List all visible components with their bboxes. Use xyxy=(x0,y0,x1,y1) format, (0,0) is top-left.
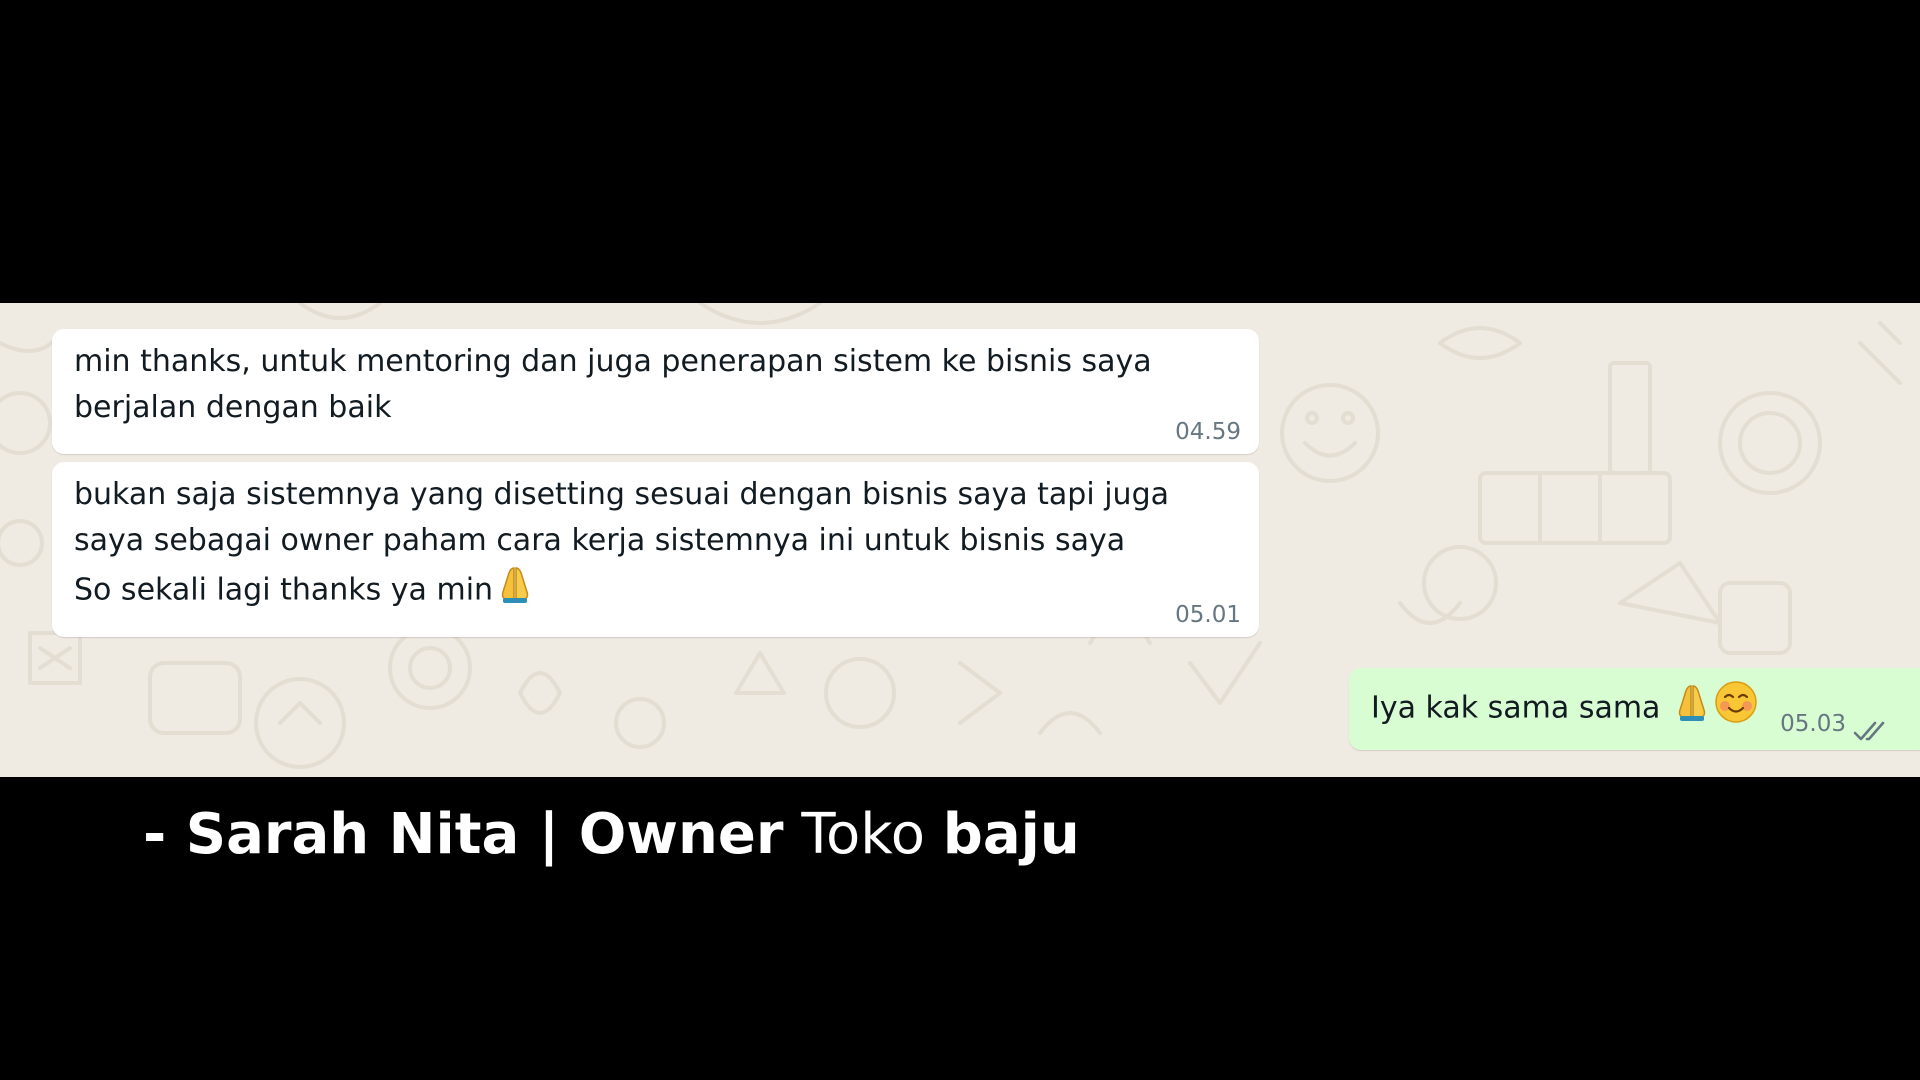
folded-hands-icon xyxy=(497,564,533,618)
folded-hands-icon xyxy=(1674,682,1710,736)
testimonial-caption: - Sarah Nita | Owner Toko baju xyxy=(143,800,1080,870)
message-text-line-wrapper: So sekali lagi thanks ya min xyxy=(74,564,1239,618)
caption-business-type: baju xyxy=(942,802,1080,867)
message-timestamp: 04.59 xyxy=(1175,419,1241,445)
message-text-line: berjalan dengan baik xyxy=(74,390,392,425)
message-text-line: min thanks, untuk mentoring dan juga pen… xyxy=(74,344,1152,379)
message-text-line: bukan saja sistemnya yang disetting sesu… xyxy=(74,477,1169,512)
caption-author: - Sarah Nita | Owner xyxy=(143,802,784,867)
read-double-check-icon xyxy=(1852,712,1894,741)
testimonial-frame: min thanks, untuk mentoring dan juga pen… xyxy=(0,0,1920,1080)
incoming-message-bubble[interactable]: min thanks, untuk mentoring dan juga pen… xyxy=(52,329,1259,454)
message-timestamp: 05.01 xyxy=(1175,602,1241,628)
smiling-face-icon xyxy=(1714,680,1758,738)
caption-business: Toko xyxy=(801,802,925,867)
message-text-line: So sekali lagi thanks ya min xyxy=(74,572,494,608)
outgoing-message-bubble[interactable]: Iya kak sama sama 05.03 xyxy=(1349,668,1920,750)
chat-conversation[interactable]: min thanks, untuk mentoring dan juga pen… xyxy=(0,303,1920,777)
message-timestamp: 05.03 xyxy=(1780,711,1846,737)
incoming-message-bubble[interactable]: bukan saja sistemnya yang disetting sesu… xyxy=(52,462,1259,637)
message-text-line: saya sebagai owner paham cara kerja sist… xyxy=(74,523,1126,558)
message-text-line: Iya kak sama sama xyxy=(1371,690,1661,726)
